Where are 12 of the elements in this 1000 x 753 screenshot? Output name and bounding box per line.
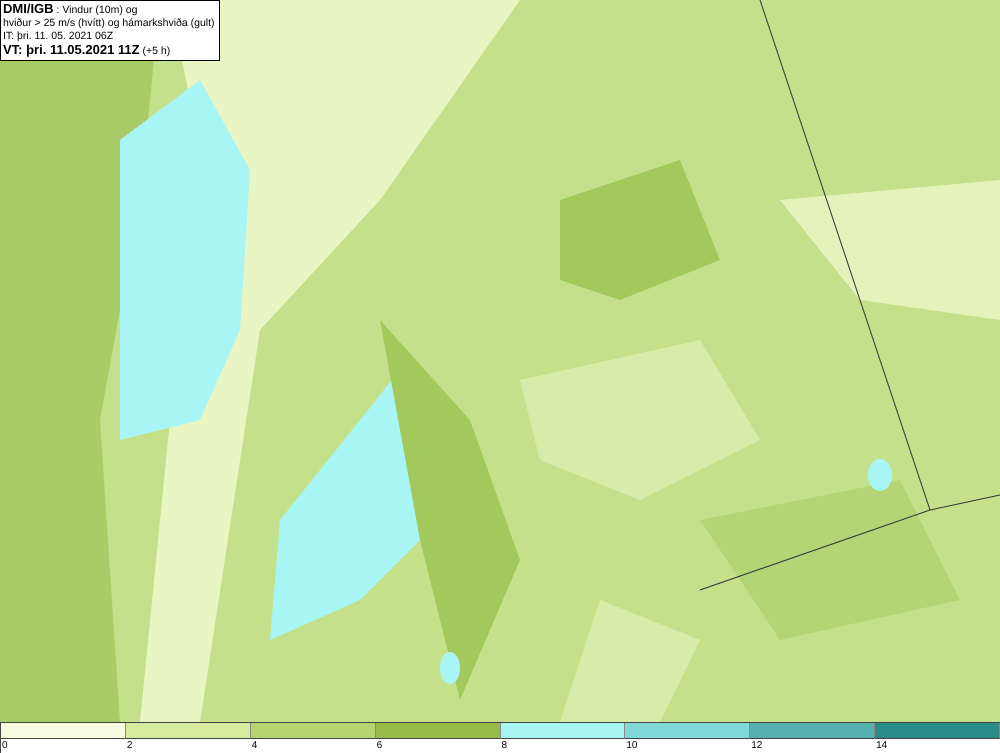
legend-label: 0 <box>1 739 8 753</box>
info-text: IT: þri. 11. 05. 2021 06Z <box>3 30 114 43</box>
info-text: hviður > 25 m/s (hvítt) og hámarkshviða (gult) <box>3 17 215 30</box>
legend-label: 10 <box>625 739 638 753</box>
legend-label: 2 <box>126 739 132 753</box>
legend-label: 4 <box>250 739 258 753</box>
legend-label: 14 <box>875 739 888 753</box>
info-text: DMI/IGB : Vindur (10m) og <box>3 2 138 17</box>
legend-label: 6 <box>376 739 382 753</box>
legend-label: 12 <box>750 739 762 753</box>
info-text: VT: þri. 11.05.2021 11Z (+5 h) <box>3 43 172 58</box>
legend-label: 8 <box>500 739 508 753</box>
